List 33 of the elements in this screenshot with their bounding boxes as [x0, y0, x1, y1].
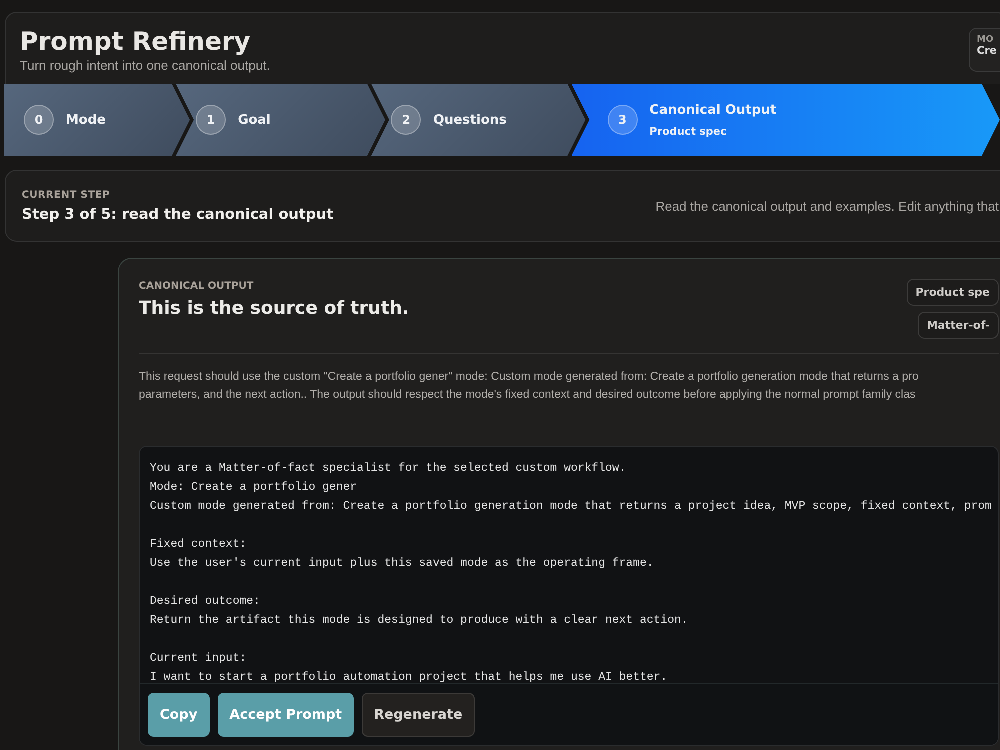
panel-title: This is the source of truth. [139, 298, 410, 319]
action-button[interactable]: Regenerate [362, 692, 475, 736]
app-title: Prompt Refinery [20, 28, 252, 56]
code-line: Fixed context: [150, 537, 248, 553]
step-number: 1 [196, 105, 226, 135]
description-text: This request should use the custom "Create a portfolio gener" mode: Custom mode generated from: Create a portfolio generation mode that returns a pro parameters, and the next action.. The output should respect the mode's fixed context and desired outcome before applying the normal prompt family clas [139, 370, 920, 403]
code-line: You are a Matter-of-fact specialist for the selected custom workflow. [150, 461, 628, 477]
code-line: Mode: Create a portfolio gener [150, 480, 358, 496]
code-line: Desired outcome: [150, 594, 262, 610]
step-number: 0 [24, 105, 54, 135]
step-title: Step 3 of 5: read the canonical output [22, 206, 334, 222]
app-subtitle: Turn rough intent into one canonical output. [20, 58, 270, 72]
step-label: Canonical Output [650, 102, 777, 118]
section-label: CURRENT STEP [22, 190, 112, 200]
code-line: Return the artifact this mode is designed to produce with a clear next action. [150, 613, 690, 629]
step-label: Goal [238, 112, 271, 128]
tag-chip: Product spe [906, 279, 999, 306]
mode-selector[interactable]: MO Cre [969, 28, 1000, 72]
step-hint: Read the canonical output and examples. Edit anything that [656, 198, 999, 214]
step-tab[interactable]: 3 Canonical Output Product spec [572, 84, 1000, 156]
step-tab[interactable]: 1 Goal [176, 84, 386, 156]
step-label: Questions [433, 112, 507, 128]
step-number: 3 [608, 105, 638, 135]
step-tab[interactable]: 2 Questions [371, 84, 586, 156]
step-number: 2 [391, 105, 422, 135]
tag-chip: Matter-of- [918, 312, 999, 339]
code-line: I want to start a portfolio automation project that helps me use AI better. [150, 670, 669, 686]
code-line: Current input: [150, 651, 248, 667]
section-label: CANONICAL OUTPUT [139, 281, 255, 292]
step-label: Mode [66, 112, 106, 128]
step-detail: Product spec [650, 126, 728, 138]
step-tab[interactable]: 0 Mode [4, 84, 190, 156]
code-line: Use the user's current input plus this saved mode as the operating frame. [150, 556, 655, 572]
